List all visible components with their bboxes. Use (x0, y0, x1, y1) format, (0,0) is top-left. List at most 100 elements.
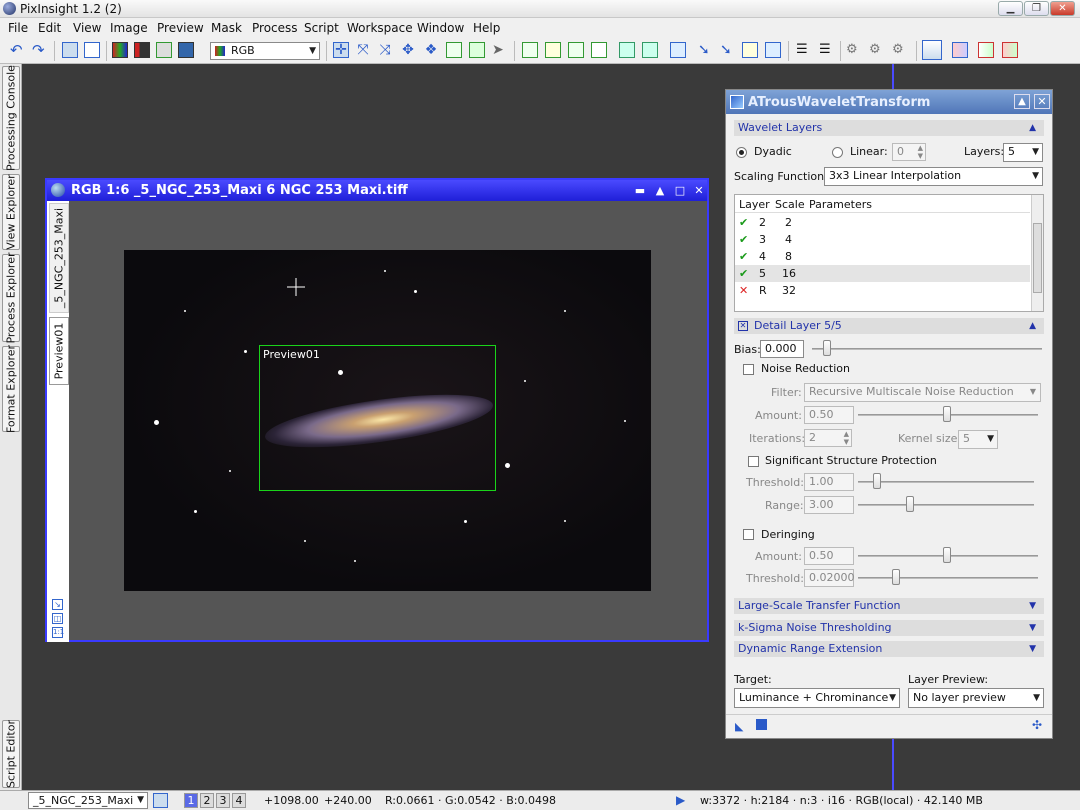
undo-icon[interactable]: ↶ (10, 42, 26, 58)
process-icon[interactable]: ⚙ (846, 42, 862, 58)
tab-view-explorer[interactable]: View Explorer (2, 174, 20, 250)
align-right-icon[interactable]: ☰ (819, 42, 835, 58)
workspace-2-icon[interactable] (952, 42, 968, 58)
pointer-icon[interactable]: ➤ (492, 42, 508, 58)
bias-slider-handle[interactable] (823, 340, 831, 356)
bias-field[interactable]: 0.000 (760, 340, 804, 358)
menu-mask[interactable]: Mask (211, 21, 242, 35)
menu-file[interactable]: File (8, 21, 28, 35)
play-icon[interactable]: ▶ (676, 793, 685, 807)
linear-radio[interactable] (832, 147, 843, 158)
restore-icon[interactable]: ❐ (1024, 1, 1049, 16)
arrow-icon[interactable]: ➘ (698, 42, 714, 58)
zoom-1-icon[interactable]: 1:1 (52, 627, 64, 638)
workspace-3-icon[interactable] (978, 42, 994, 58)
target-select[interactable]: Luminance + Chrominance ▼ (734, 688, 900, 708)
deringing-threshold-field[interactable]: 0.02000 (804, 569, 855, 587)
reset-icon[interactable]: ✣ (1032, 718, 1042, 732)
collapse-icon[interactable]: ▲ (652, 183, 668, 198)
section-dynamic-range[interactable]: Dynamic Range Extension ▼ (734, 641, 1044, 657)
clone-image-icon[interactable] (84, 42, 100, 58)
stf-auto-icon[interactable] (642, 42, 658, 58)
menu-help[interactable]: Help (473, 21, 500, 35)
table-row[interactable]: ✔ 3 4 (735, 231, 1030, 248)
table-row[interactable]: ✔ 2 2 (735, 214, 1030, 231)
readout-icon[interactable] (670, 42, 686, 58)
new-instance-icon[interactable]: ◣ (735, 720, 743, 733)
image-window[interactable]: RGB 1:6 _5_NGC_253_Maxi 6 NGC 253 Maxi.t… (45, 178, 709, 642)
tab-processing-console[interactable]: Processing Console (2, 65, 20, 171)
crop-icon[interactable] (742, 42, 758, 58)
range-slider[interactable] (858, 504, 1034, 506)
threshold-slider[interactable] (858, 481, 1034, 483)
dyadic-radio[interactable] (736, 147, 747, 158)
shade-icon[interactable]: ▬ (632, 183, 648, 198)
deringing-amount-field[interactable]: 0.50 (804, 547, 854, 565)
preview-rectangle[interactable]: Preview01 (259, 345, 496, 491)
image-canvas[interactable]: Preview01 (124, 250, 651, 591)
section-ksigma[interactable]: k-Sigma Noise Thresholding ▼ (734, 620, 1044, 636)
menu-view[interactable]: View (73, 21, 101, 35)
panel-close-icon[interactable]: ✕ (1034, 94, 1050, 109)
panel-shade-icon[interactable]: ▲ (1014, 94, 1030, 109)
section-detail-layer[interactable]: ✕ Detail Layer 5/5 ▲ (734, 318, 1044, 334)
view-selector[interactable]: _5_NGC_253_Maxi ▼ (28, 792, 148, 809)
iterations-spinbox[interactable]: 2 ▲ ▼ (804, 429, 852, 447)
zoom-1-1-icon[interactable]: ❖ (423, 42, 439, 58)
new-image-icon[interactable] (62, 42, 78, 58)
threshold-slider-handle[interactable] (873, 473, 881, 489)
amount-field[interactable]: 0.50 (804, 406, 854, 424)
tab-main-view[interactable]: _5_NGC_253_Maxi (49, 203, 69, 313)
mask-enable-icon[interactable] (568, 42, 584, 58)
panel-title-bar[interactable]: ATrousWaveletTransform ▲ ✕ (726, 90, 1052, 114)
tree-scrollbar[interactable] (1031, 195, 1043, 311)
section-large-scale[interactable]: Large-Scale Transfer Function ▼ (734, 598, 1044, 614)
redo-icon[interactable]: ↷ (32, 42, 48, 58)
zoom-icon[interactable]: ◫ (52, 613, 63, 624)
scrollbar-thumb[interactable] (1033, 223, 1042, 293)
layers-select[interactable]: 5 ▼ (1003, 143, 1043, 162)
table-row[interactable]: ✔ 4 8 (735, 248, 1030, 265)
filter-select[interactable]: Recursive Multiscale Noise Reduction ▼ (804, 383, 1041, 402)
noise-reduction-checkbox[interactable] (743, 364, 754, 375)
linear-spinbox[interactable]: 0 ▲ ▼ (892, 143, 926, 161)
range-slider-handle[interactable] (906, 496, 914, 512)
mask-select-icon[interactable] (545, 42, 561, 58)
tab-process-explorer[interactable]: Process Explorer (2, 252, 20, 344)
channel-green-icon[interactable] (156, 42, 172, 58)
scaling-function-select[interactable]: 3x3 Linear Interpolation ▼ (824, 167, 1043, 186)
ssp-checkbox[interactable] (748, 456, 759, 467)
workspace-1-icon[interactable] (922, 40, 942, 60)
tab-preview01[interactable]: Preview01 (49, 317, 69, 385)
menu-edit[interactable]: Edit (38, 21, 61, 35)
mask-invert-icon[interactable] (591, 42, 607, 58)
kernel-size-select[interactable]: 5 ▼ (958, 430, 998, 449)
section-wavelet-layers[interactable]: Wavelet Layers ▲ (734, 120, 1044, 136)
menu-process[interactable]: Process (252, 21, 298, 35)
deringing-threshold-slider[interactable] (858, 577, 1038, 579)
mask-new-icon[interactable] (522, 42, 538, 58)
layers-tree[interactable]: Layer Scale Parameters ✔ 2 2 ✔ 3 4 ✔ 4 8 ✔ 5 16 … (734, 194, 1044, 312)
process-alt-icon[interactable]: ⚙ (869, 42, 885, 58)
deringing-threshold-handle[interactable] (892, 569, 900, 585)
channel-red-icon[interactable] (134, 42, 150, 58)
process-disabled-icon[interactable]: ⚙ (892, 42, 908, 58)
view-list-icon[interactable] (153, 793, 168, 808)
spin-arrows-icon[interactable]: ▲ ▼ (844, 430, 849, 446)
stf-icon[interactable] (619, 42, 635, 58)
spin-arrows-icon[interactable]: ▲ ▼ (918, 144, 923, 160)
menu-script[interactable]: Script (304, 21, 339, 35)
image-close-icon[interactable]: ✕ (691, 183, 707, 198)
menu-workspace[interactable]: Workspace (347, 21, 413, 35)
deringing-amount-handle[interactable] (943, 547, 951, 563)
edit-preview-icon[interactable] (469, 42, 485, 58)
threshold-field[interactable]: 1.00 (804, 473, 854, 491)
table-row[interactable]: ✕ R 32 (735, 282, 1030, 299)
image-window-title-bar[interactable]: RGB 1:6 _5_NGC_253_Maxi 6 NGC 253 Maxi.t… (47, 180, 707, 201)
tab-script-editor[interactable]: Script Editor (2, 720, 20, 788)
checkbox-icon[interactable]: ✕ (738, 321, 748, 331)
minimize-icon[interactable]: ▁ (998, 1, 1023, 16)
zoom-in-tool-icon[interactable]: ⤧ (355, 42, 371, 58)
workspace-4-icon[interactable] (1002, 42, 1018, 58)
bias-slider[interactable] (812, 348, 1042, 350)
